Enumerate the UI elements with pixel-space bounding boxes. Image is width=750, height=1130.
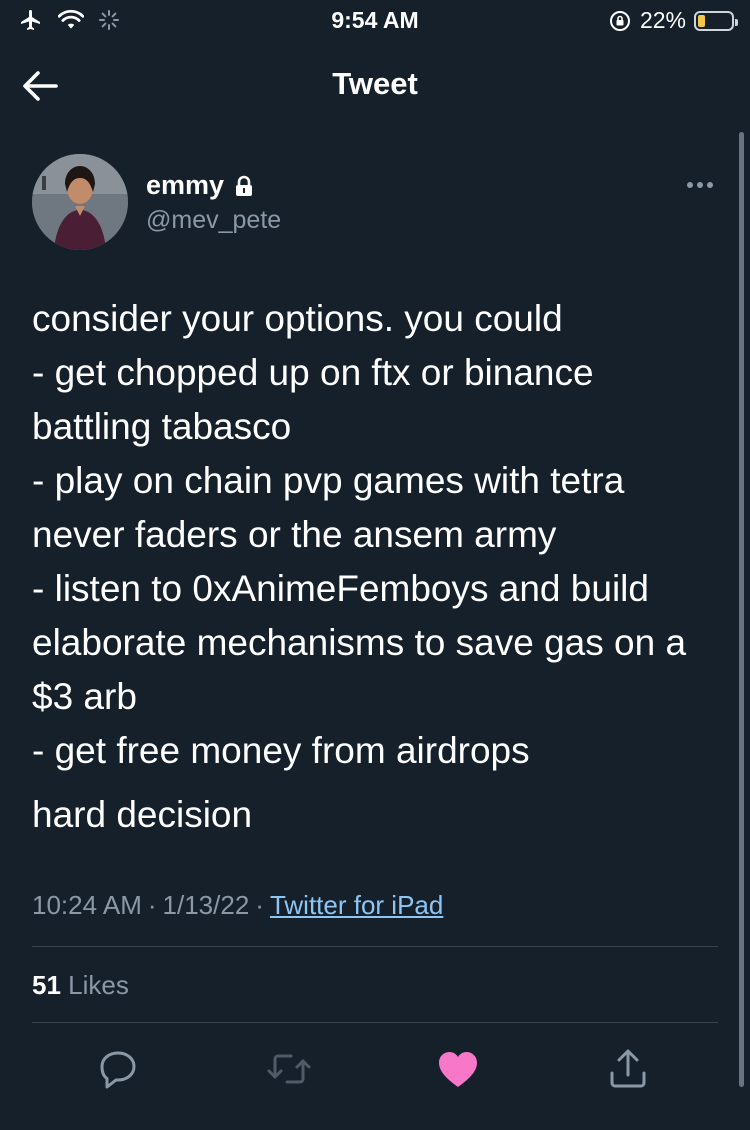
orientation-lock-icon [609,10,630,31]
page-title: Tweet [332,66,418,101]
battery-level [698,14,705,27]
more-icon-dot [697,182,703,188]
like-icon [439,1052,477,1087]
likes-count: 51 [32,970,61,1000]
reply-button[interactable] [93,1044,143,1094]
battery-icon [694,10,738,31]
tweet-text: consider your options. you could - get c… [32,298,687,771]
tweet-date: 1/13/22 [162,890,250,920]
author-handle[interactable]: @mev_pete [146,206,281,235]
tweet-source-link[interactable]: Twitter for iPad [270,890,443,921]
reply-icon [100,1051,136,1089]
tweet-time: 10:24 AM [32,890,142,920]
retweet-icon [267,1054,311,1084]
more-icon-dot [707,182,713,188]
likes-stat[interactable]: 51 Likes [32,970,129,1001]
more-icon-dot [687,182,693,188]
avatar[interactable] [32,154,128,250]
avatar-image [32,154,128,250]
divider [32,946,718,947]
battery-percent: 22% [639,7,686,33]
meta-separator: · [147,890,157,920]
battery-nub [735,18,738,26]
author-name[interactable]: emmy [146,170,224,201]
status-right: 22% [608,7,738,34]
like-button[interactable] [433,1044,483,1094]
status-bar: 9:54 AM 22% [0,0,750,42]
scrollbar[interactable] [739,132,744,1087]
divider [32,1022,718,1023]
tweet-text-closing: hard decision [32,794,253,835]
author-name-row[interactable]: emmy [146,170,256,201]
share-icon [610,1049,646,1088]
retweet-button[interactable] [264,1044,314,1094]
lock-icon [236,175,253,196]
tweet-actions [0,1040,750,1096]
nav-bar: Tweet [0,50,750,120]
tweet-meta: 10:24 AM · 1/13/22 · Twitter for iPad [32,890,443,921]
share-button[interactable] [603,1044,653,1094]
more-button[interactable] [680,170,720,200]
likes-label: Likes [68,970,129,1000]
meta-separator: · [255,890,264,920]
